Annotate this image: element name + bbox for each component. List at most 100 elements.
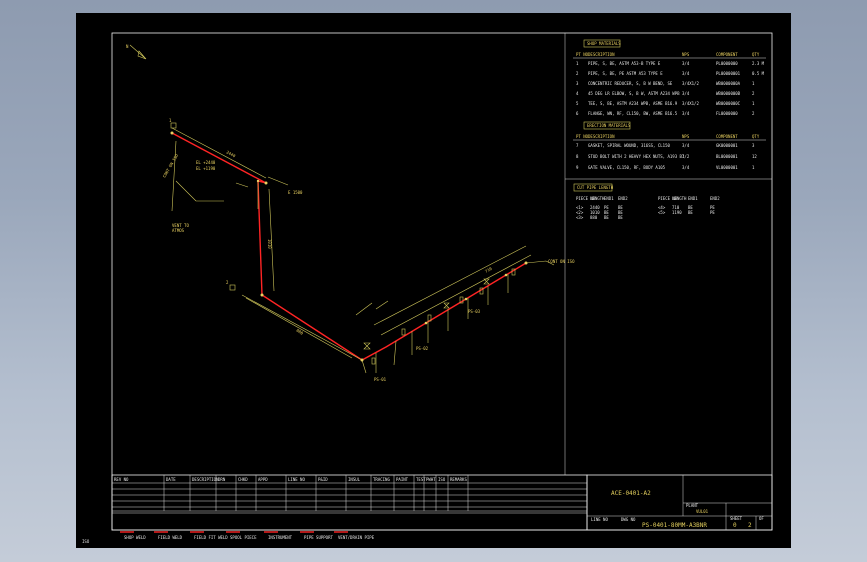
- rev-header: DESCRIPTION: [192, 477, 219, 482]
- cut-header: LENGTH: [590, 196, 605, 201]
- pipe-line: [171, 132, 527, 361]
- tag-top: 1: [169, 118, 172, 123]
- table-cell: FLANGE, WN, RF, CL150, BW, ASME B16.5: [588, 111, 678, 116]
- pipe-route: [170, 122, 555, 374]
- corner-label: ISO: [82, 539, 90, 544]
- sheet-number: 0: [733, 522, 737, 529]
- end-note: CONT ON ISO: [548, 259, 575, 264]
- table-cell: 2.3 M: [752, 61, 765, 66]
- rev-header: REMARKS: [450, 477, 467, 482]
- table-cell: PIPE, S, BE, ASTM A53-B TYPE E: [588, 61, 661, 66]
- bom-table: SHOP MATERIALS PT NO DESCRIPTION NPS COMPON…: [565, 39, 772, 220]
- rev-header: INSUL: [348, 477, 361, 482]
- legend-label: VENT/DRAIN PIPE: [338, 535, 375, 540]
- table-cell: 1: [752, 81, 755, 86]
- rev-header: REV NO: [114, 477, 129, 482]
- legend-label: FIELD FIT WELD: [194, 535, 228, 540]
- valve-icon: [363, 278, 490, 350]
- rev-header: DRN: [218, 477, 226, 482]
- sheet-total: 2: [748, 522, 752, 529]
- table-cell: TEE, S, BE, ASTM A234 WPB, ASME B16.9: [588, 101, 678, 106]
- rev-header: TEST: [416, 477, 426, 482]
- table-cell: 3/4: [682, 165, 690, 170]
- drawing-label: DWG NO: [621, 517, 636, 522]
- plant-label: PLANT: [686, 503, 699, 508]
- table-cell: 8: [576, 154, 579, 159]
- table-cell: 3/4: [682, 111, 690, 116]
- table-cell: 3: [752, 143, 755, 148]
- north-label: N: [126, 44, 129, 49]
- table-header: PT NO: [576, 52, 589, 57]
- table-cell: 3/4X1/2: [682, 81, 699, 86]
- table-cell: 3/4X1/2: [682, 101, 699, 106]
- table-header: QTY: [752, 134, 760, 139]
- rev-header: CHKD: [238, 477, 248, 482]
- table-cell: 3: [576, 81, 579, 86]
- sheet-label: SHEET: [730, 516, 743, 521]
- cut-cell: 880: [590, 215, 598, 220]
- table-header: NPS: [682, 52, 690, 57]
- cut-cell: 1190: [672, 210, 682, 215]
- cut-title: CUT PIPE LENGTH: [577, 185, 614, 190]
- tag-box-icon: [170, 122, 177, 129]
- table-cell: VL0000001: [716, 165, 738, 170]
- table-cell: GK0000001: [716, 143, 738, 148]
- table-header: COMPONENT: [716, 52, 738, 57]
- table-cell: 6: [576, 111, 579, 116]
- table-header: COMPONENT: [716, 134, 738, 139]
- table-cell: WB0000000C: [716, 101, 741, 106]
- table-cell: PL0000000: [716, 61, 738, 66]
- legend-label: FIELD WELD: [158, 535, 183, 540]
- cut-cell: BE: [618, 215, 623, 220]
- table-cell: 3/4: [682, 71, 690, 76]
- table-cell: 1: [752, 101, 755, 106]
- rev-header: APPD: [258, 477, 268, 482]
- erection-title: ERECTION MATERIALS: [587, 123, 631, 128]
- drawing-border: [111, 32, 773, 531]
- cad-viewport[interactable]: N 1 2 CONT ON ISO CONT ON ISO EL +2440 E…: [76, 13, 791, 548]
- cut-header: END1: [604, 196, 614, 201]
- legend-label: INSTRUMENT: [268, 535, 293, 540]
- table-cell: 7: [576, 143, 579, 148]
- table-cell: 5: [576, 101, 579, 106]
- legend-label: SHOP WELD: [124, 535, 146, 540]
- client-name: VUL01: [696, 509, 709, 514]
- table-cell: GASKET, SPIRAL WOUND, 316SS, CL150: [588, 143, 670, 148]
- table-cell: GATE VALVE, CL150, RF, BODY A105: [588, 165, 666, 170]
- drawing-number: ACE-0401-A2: [611, 490, 651, 497]
- line-label: LINE NO: [591, 517, 608, 522]
- cut-cell: PE: [710, 210, 715, 215]
- cut-cell: BE: [688, 210, 693, 215]
- table-cell: 1: [576, 61, 579, 66]
- table-header: NPS: [682, 134, 690, 139]
- line-number: PS-0401-80MM-A3BNR: [642, 522, 707, 529]
- table-cell: WB0000000B: [716, 91, 741, 96]
- table-header: DESCRIPTION: [588, 134, 615, 139]
- support-1: PS-01: [374, 377, 387, 382]
- left-note-2: ATMOS: [172, 228, 185, 233]
- cut-cell: BE: [604, 215, 609, 220]
- table-cell: 2: [576, 71, 579, 76]
- rev-header: DATE: [166, 477, 176, 482]
- rev-header: LINE NO: [288, 477, 305, 482]
- dim-c: 880: [295, 328, 304, 336]
- table-cell: PL00000001: [716, 71, 741, 76]
- cut-header: END2: [618, 196, 628, 201]
- bom-title: SHOP MATERIALS: [587, 41, 621, 46]
- legend-label: PIPE SUPPORT: [304, 535, 333, 540]
- cut-cell: <5>: [658, 210, 666, 215]
- table-header: QTY: [752, 52, 760, 57]
- table-cell: 45 DEG LR ELBOW, S, B W, ASTM A234 WPB: [588, 91, 680, 96]
- revision-block: REV NO DATE DESCRIPTION DRN CHKD APPD LINE NO P…: [111, 474, 588, 531]
- rev-header: ISO: [438, 477, 446, 482]
- support-2: PS-02: [416, 346, 429, 351]
- rev-header: P&ID: [318, 477, 328, 482]
- title-block: ACE-0401-A2 PLANT VUL01 LINE NO DWG NO P…: [586, 474, 773, 531]
- elev-1: EL +2440: [196, 160, 216, 165]
- table-cell: CONCENTRIC REDUCER, S, B W BEND, SE: [588, 81, 673, 86]
- table-cell: 4: [576, 91, 579, 96]
- start-note: CONT ON ISO: [162, 153, 180, 179]
- cut-header: END1: [688, 196, 698, 201]
- rev-header: TRACING: [373, 477, 390, 482]
- table-cell: 3/4: [682, 143, 690, 148]
